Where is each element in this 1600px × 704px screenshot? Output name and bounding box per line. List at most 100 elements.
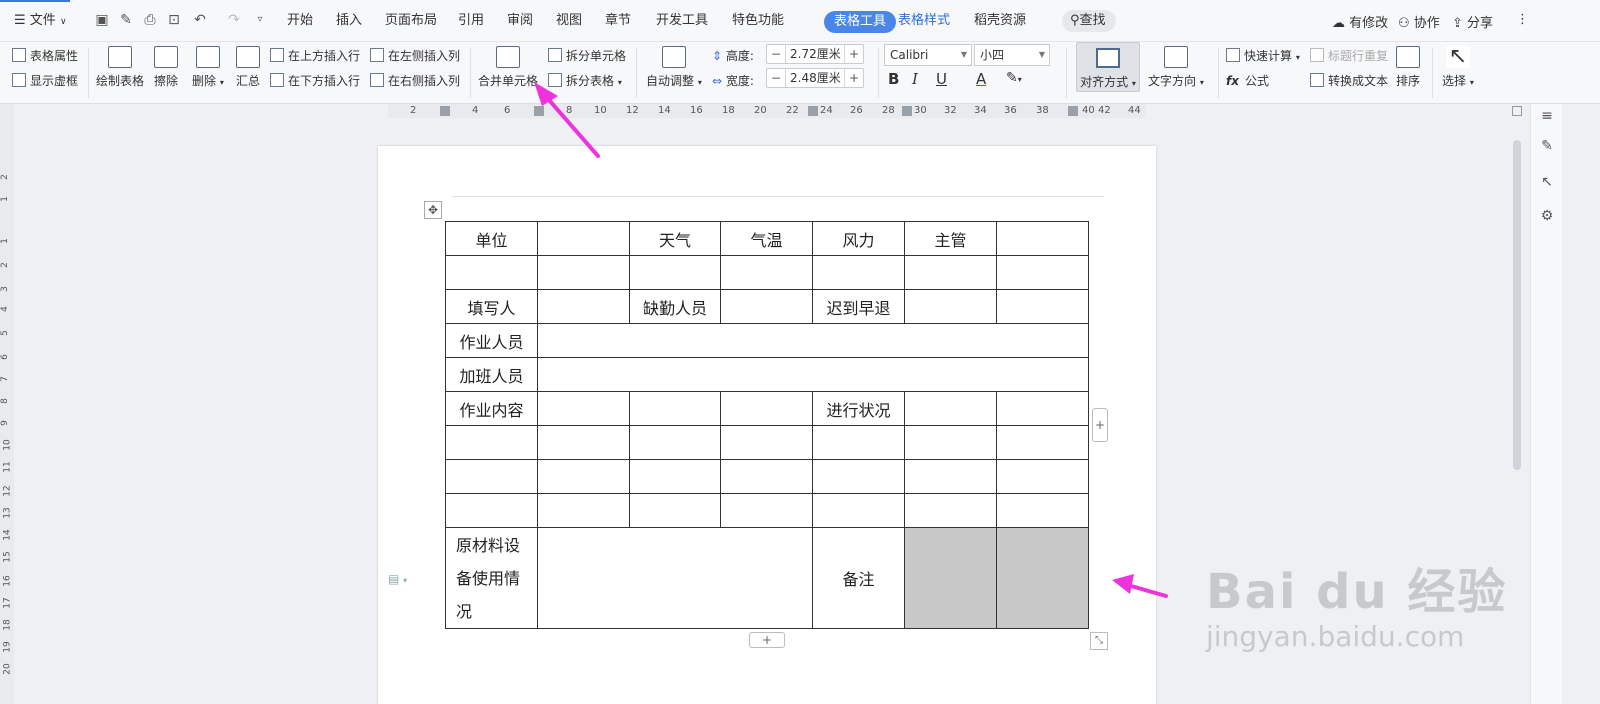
- formula-button[interactable]: fx 公式: [1226, 72, 1269, 89]
- table-cell[interactable]: 填写人: [445, 289, 538, 324]
- horizontal-ruler[interactable]: 2 4 6 8 10 12 14 16 18 20 22 24 26 28 30…: [388, 104, 1146, 118]
- insert-row-below-button[interactable]: 在下方插入行: [270, 72, 360, 89]
- table-cell[interactable]: [720, 391, 813, 426]
- vertical-scrollbar[interactable]: [1510, 104, 1524, 704]
- table-cell-merged[interactable]: [537, 357, 1089, 392]
- save-icon[interactable]: ▣: [94, 12, 110, 28]
- selected-cell[interactable]: [996, 527, 1089, 629]
- document-table[interactable]: 单位 天气 气温 风力 主管 填写人 缺勤人员 迟到早退 作业人员 加班人员 作…: [445, 221, 1089, 629]
- share-button[interactable]: ⇪ 分享: [1452, 12, 1493, 31]
- redo-icon[interactable]: ↷: [226, 12, 242, 28]
- table-properties-button[interactable]: 表格属性: [12, 47, 78, 64]
- increment-icon[interactable]: +: [845, 45, 863, 63]
- table-cell[interactable]: 进行状况: [812, 391, 905, 426]
- table-cell[interactable]: [904, 255, 997, 290]
- changes-button[interactable]: ☁ 有修改: [1332, 12, 1388, 31]
- print-preview-icon[interactable]: ⊡: [166, 12, 182, 28]
- decrement-icon[interactable]: −: [767, 69, 785, 87]
- add-column-button[interactable]: +: [1092, 408, 1108, 442]
- table-cell[interactable]: [629, 459, 721, 494]
- table-cell[interactable]: 天气: [629, 221, 721, 256]
- table-cell[interactable]: [996, 459, 1089, 494]
- ruler-marker[interactable]: [902, 106, 912, 116]
- auto-fit-button[interactable]: 自动调整 ▾: [646, 46, 702, 89]
- resize-table-icon[interactable]: ⤡: [1090, 632, 1108, 650]
- sort-button[interactable]: 排序: [1396, 46, 1420, 89]
- table-cell[interactable]: [812, 493, 905, 528]
- search-button[interactable]: ⚲查找: [1062, 10, 1116, 32]
- erase-button[interactable]: 擦除: [154, 46, 178, 89]
- table-cell[interactable]: [537, 221, 630, 256]
- table-cell[interactable]: [537, 493, 630, 528]
- table-cell[interactable]: 风力: [812, 221, 905, 256]
- cursor-icon[interactable]: ↖: [1539, 174, 1555, 190]
- table-cell[interactable]: [537, 391, 630, 426]
- table-cell[interactable]: [445, 255, 538, 290]
- table-cell[interactable]: [904, 289, 997, 324]
- ruler-marker[interactable]: [1068, 106, 1078, 116]
- more-icon[interactable]: ⋮: [1516, 12, 1529, 27]
- tab-insert[interactable]: 插入: [336, 11, 362, 31]
- tab-resources[interactable]: 稻壳资源: [974, 11, 1026, 31]
- table-cell[interactable]: 单位: [445, 221, 538, 256]
- tab-start[interactable]: 开始: [287, 11, 313, 31]
- table-cell[interactable]: 原材料设备使用情况: [445, 527, 538, 629]
- table-cell[interactable]: [720, 255, 813, 290]
- width-stepper[interactable]: −2.48厘米 +: [766, 68, 864, 88]
- table-cell[interactable]: [537, 289, 630, 324]
- table-cell[interactable]: [996, 289, 1089, 324]
- table-cell[interactable]: [629, 493, 721, 528]
- italic-button[interactable]: I: [912, 70, 918, 88]
- tab-table-tools[interactable]: 表格工具: [824, 11, 896, 33]
- table-cell[interactable]: [537, 459, 630, 494]
- insert-col-right-button[interactable]: 在右侧插入列: [370, 72, 460, 89]
- document-page[interactable]: 单位 天气 气温 风力 主管 填写人 缺勤人员 迟到早退 作业人员 加班人员 作…: [378, 146, 1156, 704]
- table-cell[interactable]: [996, 221, 1089, 256]
- repeat-header-button[interactable]: 标题行重复: [1310, 47, 1388, 64]
- ruler-marker[interactable]: [440, 106, 450, 116]
- tab-table-style[interactable]: 表格样式: [898, 11, 950, 31]
- insert-col-left-button[interactable]: 在左侧插入列: [370, 47, 460, 64]
- add-row-button[interactable]: +: [749, 632, 785, 648]
- underline-button[interactable]: U: [936, 70, 947, 88]
- table-cell[interactable]: [812, 255, 905, 290]
- show-gridlines-button[interactable]: 显示虚框: [12, 72, 78, 89]
- table-cell[interactable]: [812, 425, 905, 460]
- text-direction-button[interactable]: 文字方向 ▾: [1148, 46, 1204, 89]
- table-cell[interactable]: [996, 425, 1089, 460]
- table-cell[interactable]: [904, 425, 997, 460]
- table-cell[interactable]: [996, 255, 1089, 290]
- table-cell[interactable]: 气温: [720, 221, 813, 256]
- table-cell[interactable]: [445, 425, 538, 460]
- tab-special[interactable]: 特色功能: [732, 11, 784, 31]
- font-size-select[interactable]: 小四 ▼: [974, 44, 1050, 66]
- height-value[interactable]: 2.72厘米: [785, 45, 845, 63]
- selected-cell[interactable]: [904, 527, 997, 629]
- align-button[interactable]: 对齐方式 ▾: [1076, 42, 1140, 92]
- tab-chapter[interactable]: 章节: [605, 11, 631, 31]
- page-icon[interactable]: ▤ ▾: [388, 572, 407, 586]
- format-painter-icon[interactable]: ✎: [118, 12, 134, 28]
- tab-references[interactable]: 引用: [458, 11, 484, 31]
- to-text-button[interactable]: 转换成文本: [1310, 72, 1388, 89]
- vertical-ruler[interactable]: 2 1 1 2 3 4 5 6 7 8 9 10 11 12 13 14 15 …: [0, 104, 14, 704]
- table-cell[interactable]: [445, 459, 538, 494]
- table-cell[interactable]: 加班人员: [445, 357, 538, 392]
- table-cell[interactable]: [537, 255, 630, 290]
- highlight-icon[interactable]: ✎▾: [1006, 70, 1022, 86]
- file-menu[interactable]: ☰ 文件 ∨: [14, 11, 67, 31]
- table-cell[interactable]: [720, 425, 813, 460]
- table-cell[interactable]: [629, 391, 721, 426]
- more-icon[interactable]: ≡: [1539, 108, 1555, 124]
- collaborate-button[interactable]: ⚇ 协作: [1398, 12, 1440, 31]
- table-cell[interactable]: [904, 459, 997, 494]
- increment-icon[interactable]: +: [845, 69, 863, 87]
- insert-row-above-button[interactable]: 在上方插入行: [270, 47, 360, 64]
- draw-table-button[interactable]: 绘制表格: [96, 46, 144, 89]
- undo-icon[interactable]: ↶: [192, 12, 208, 28]
- table-cell[interactable]: [537, 425, 630, 460]
- bold-button[interactable]: B: [888, 70, 899, 88]
- table-cell[interactable]: [445, 493, 538, 528]
- scroll-top-icon[interactable]: [1512, 106, 1522, 116]
- table-cell-merged[interactable]: [537, 527, 813, 629]
